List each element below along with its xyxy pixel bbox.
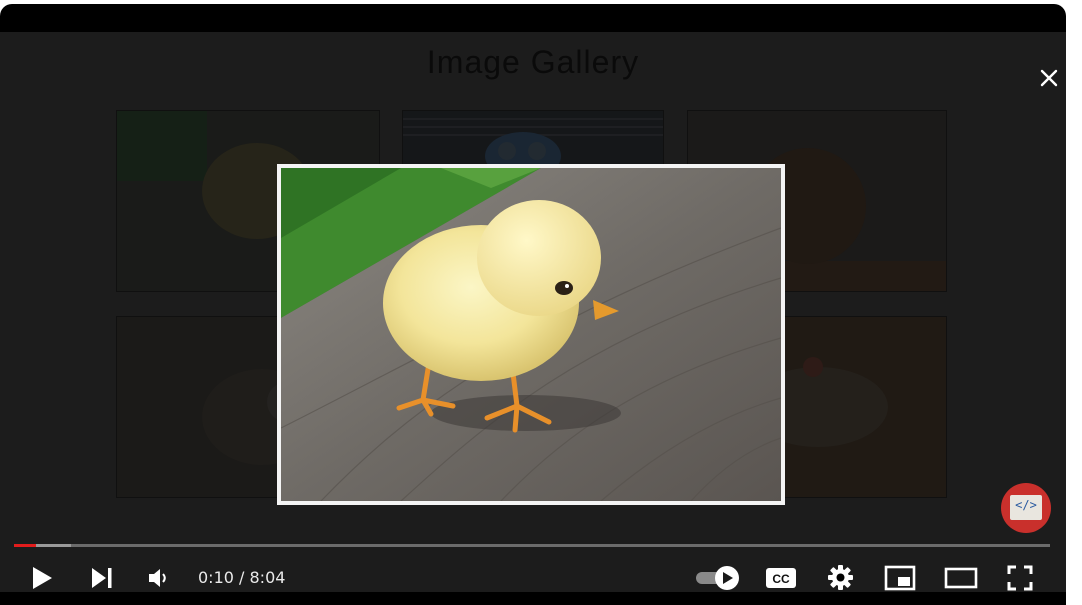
next-icon	[92, 568, 112, 588]
progress-played	[14, 544, 36, 547]
fullscreen-icon	[1007, 565, 1033, 591]
badge-label: </>	[1015, 498, 1037, 512]
theater-mode-button[interactable]	[944, 566, 978, 590]
settings-button[interactable]	[827, 564, 854, 591]
lightbox-modal	[277, 164, 785, 505]
thumbnail-image	[403, 111, 663, 169]
theater-icon	[944, 567, 978, 589]
volume-button[interactable]	[147, 566, 171, 590]
play-button[interactable]	[30, 565, 54, 591]
cc-icon: CC	[766, 568, 796, 588]
volume-icon	[149, 569, 166, 587]
time-display: 0:10 / 8:04	[198, 568, 286, 587]
page-title: Image Gallery	[426, 44, 640, 80]
autoplay-toggle[interactable]	[695, 565, 741, 591]
autoplay-toggle-icon	[696, 566, 739, 590]
channel-watermark-button[interactable]: </>	[1001, 483, 1051, 533]
fullscreen-button[interactable]	[1007, 565, 1033, 591]
video-player[interactable]: Image Gallery </> 0:10 / 8:04 CC	[0, 4, 1066, 605]
close-icon	[1040, 69, 1058, 87]
modal-image[interactable]	[281, 168, 781, 501]
miniplayer-button[interactable]	[884, 565, 916, 591]
next-button[interactable]	[90, 566, 114, 590]
gallery-thumbnail-cartoon	[402, 110, 664, 170]
code-icon: </>	[1010, 495, 1042, 520]
svg-text:CC: CC	[772, 572, 790, 586]
close-button[interactable]	[1038, 67, 1060, 89]
play-icon	[33, 567, 52, 589]
captions-button[interactable]: CC	[765, 566, 797, 590]
progress-bar[interactable]	[14, 544, 1050, 547]
gear-icon	[828, 565, 853, 590]
miniplayer-icon	[884, 565, 916, 591]
